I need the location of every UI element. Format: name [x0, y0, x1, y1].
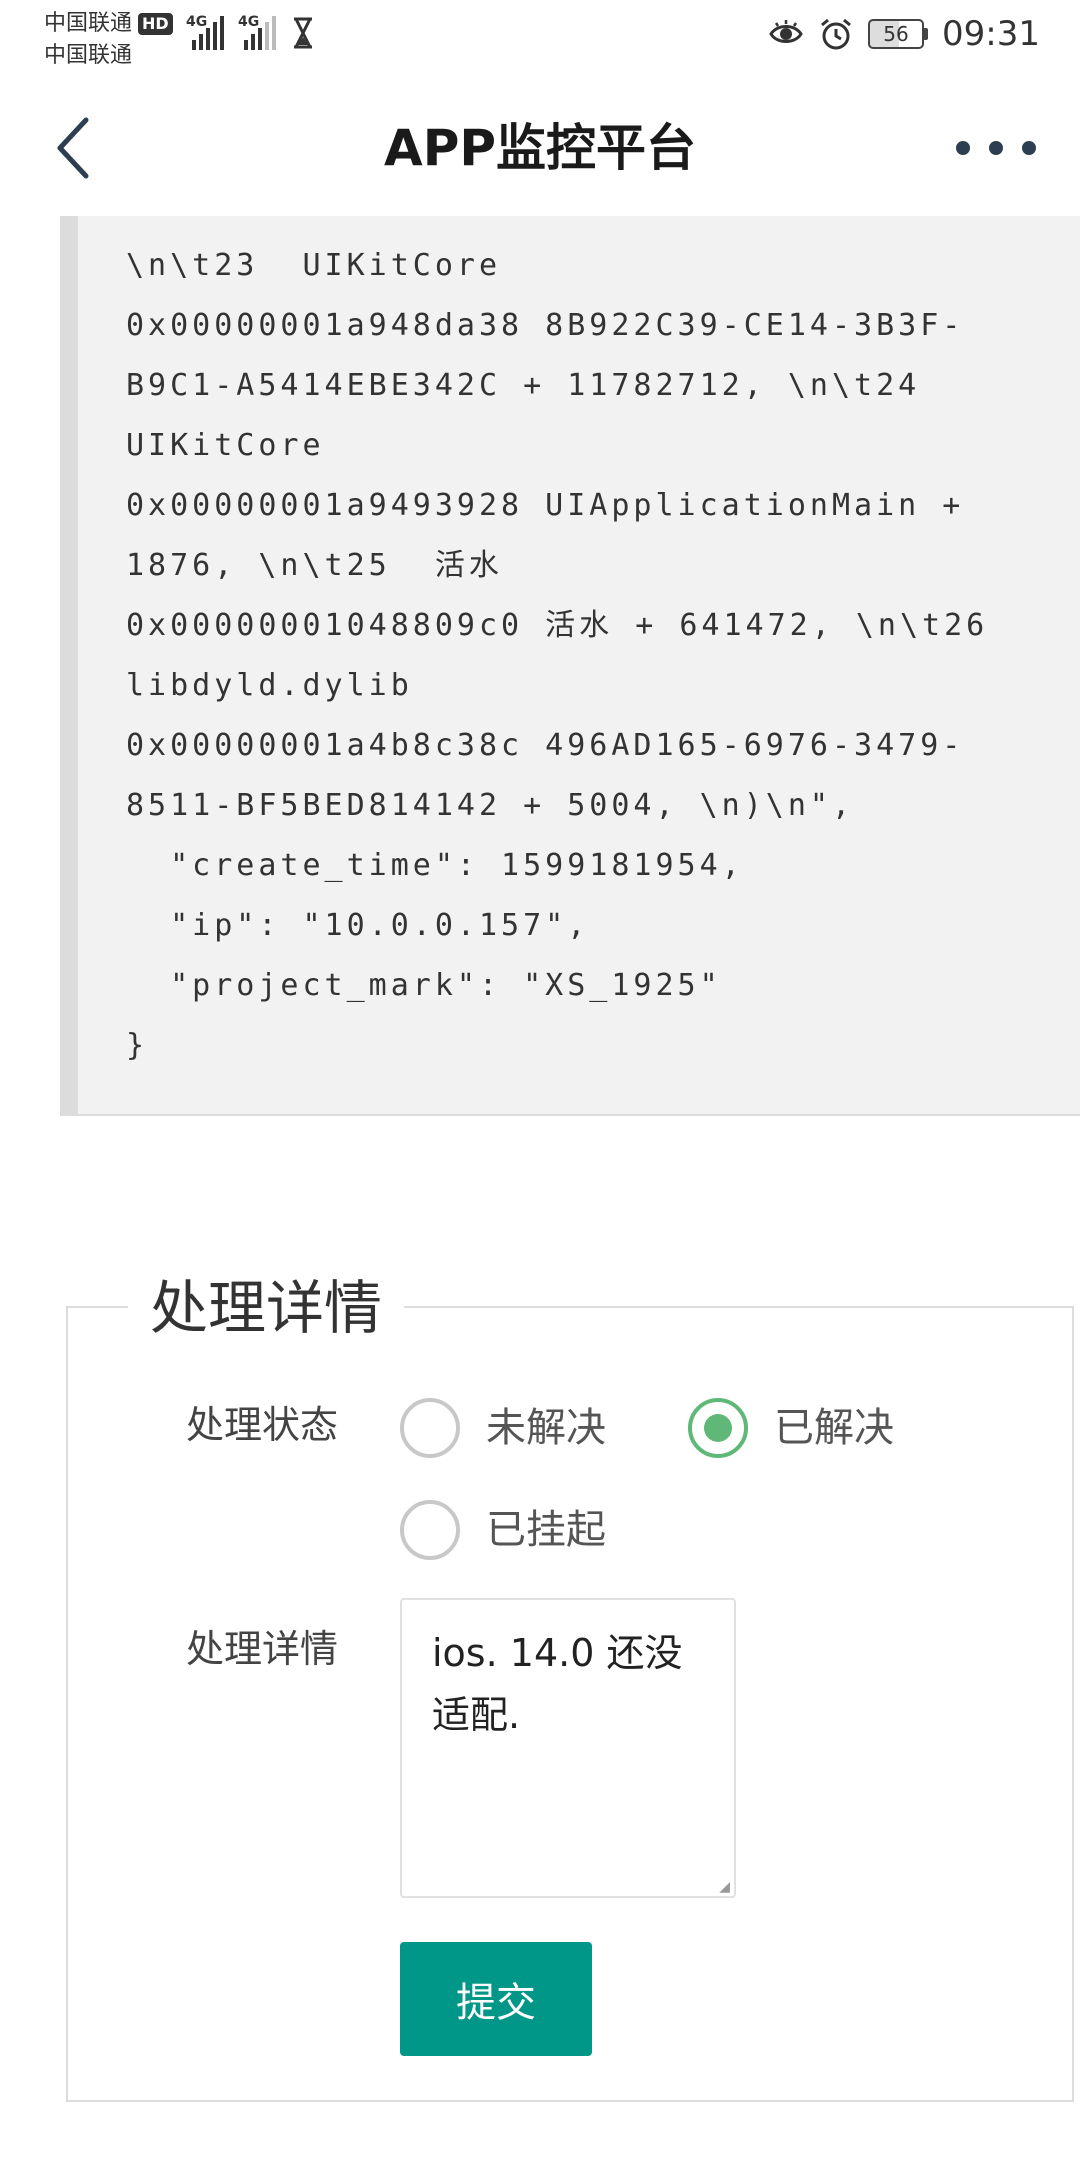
- submit-button[interactable]: 提交: [400, 1942, 592, 2056]
- code-line: 0x00000001a9493928 UIApplicationMain +: [126, 488, 965, 523]
- code-line: 0x00000001048809c0 活水 + 641472, \n\t26: [126, 608, 989, 643]
- status-bar: 中国联通 HD 中国联通 4G 4G 56 09:31: [0, 0, 1080, 80]
- detail-panel: 处理详情 处理状态 未解决 已解决 已挂起 处理详情 ios. 14.0 还没适…: [66, 1266, 1074, 2102]
- hourglass-icon: [290, 16, 316, 50]
- network-type-1: 4G: [186, 14, 208, 30]
- code-line: "create_time": 1599181954,: [126, 848, 744, 883]
- radio-label: 已解决: [774, 1405, 894, 1451]
- radio-unchecked-icon: [400, 1398, 460, 1458]
- code-line: \n\t23 UIKitCore: [126, 248, 502, 283]
- battery-level: 56: [868, 19, 925, 49]
- carrier-1-name: 中国联通: [44, 11, 133, 36]
- alarm-icon: [821, 18, 851, 50]
- radio-unresolved[interactable]: 未解决: [400, 1398, 606, 1458]
- status-label: 处理状态: [186, 1403, 339, 1447]
- carrier-2-name: 中国联通: [44, 43, 133, 68]
- panel-legend: 处理详情: [128, 1266, 405, 1350]
- signal-strength-icon: 4G: [238, 14, 276, 50]
- radio-label: 未解决: [486, 1405, 606, 1451]
- code-line: }: [126, 1028, 149, 1063]
- title-bar: APP监控平台: [0, 80, 1080, 216]
- radio-label: 已挂起: [486, 1507, 606, 1553]
- clock: 09:31: [942, 14, 1040, 54]
- resize-handle-icon[interactable]: ◢: [719, 1880, 730, 1894]
- code-line: "ip": "10.0.0.157",: [126, 908, 590, 943]
- carrier-info: 中国联通 HD 中国联通: [44, 8, 173, 72]
- radio-checked-icon: [688, 1398, 748, 1458]
- radio-resolved[interactable]: 已解决: [688, 1398, 894, 1458]
- code-line: libdyld.dylib: [126, 668, 413, 703]
- details-text: ios. 14.0 还没适配.: [432, 1631, 683, 1737]
- code-line: 8511-BF5BED814142 + 5004, \n)\n",: [126, 788, 855, 823]
- code-line: UIKitCore: [126, 428, 325, 463]
- code-line: 0x00000001a4b8c38c 496AD165-6976-3479-: [126, 728, 965, 763]
- more-options-button[interactable]: [956, 120, 1036, 176]
- signal-indicators: 4G 4G: [186, 14, 316, 50]
- code-line: "project_mark": "XS_1925": [126, 968, 722, 1003]
- radio-unchecked-icon: [400, 1500, 460, 1560]
- code-line: 0x00000001a948da38 8B922C39-CE14-3B3F-: [126, 308, 965, 343]
- eye-comfort-icon: [769, 20, 803, 43]
- status-right: 56 09:31: [768, 14, 1040, 54]
- page-title: APP监控平台: [384, 119, 696, 177]
- hd-badge: HD: [138, 13, 173, 35]
- details-textarea[interactable]: ios. 14.0 还没适配. ◢: [400, 1598, 736, 1898]
- battery-icon: 56: [868, 19, 929, 49]
- more-dots-icon: [956, 141, 970, 155]
- stack-trace-code-block: \n\t23 UIKitCore 0x00000001a948da38 8B92…: [60, 216, 1080, 1116]
- code-line: B9C1-A5414EBE342C + 11782712, \n\t24: [126, 368, 921, 403]
- network-type-2: 4G: [238, 14, 260, 30]
- details-label: 处理详情: [186, 1627, 339, 1671]
- signal-strength-icon: 4G: [186, 14, 224, 50]
- code-line: 1876, \n\t25 活水: [126, 548, 503, 583]
- radio-suspended[interactable]: 已挂起: [400, 1500, 606, 1560]
